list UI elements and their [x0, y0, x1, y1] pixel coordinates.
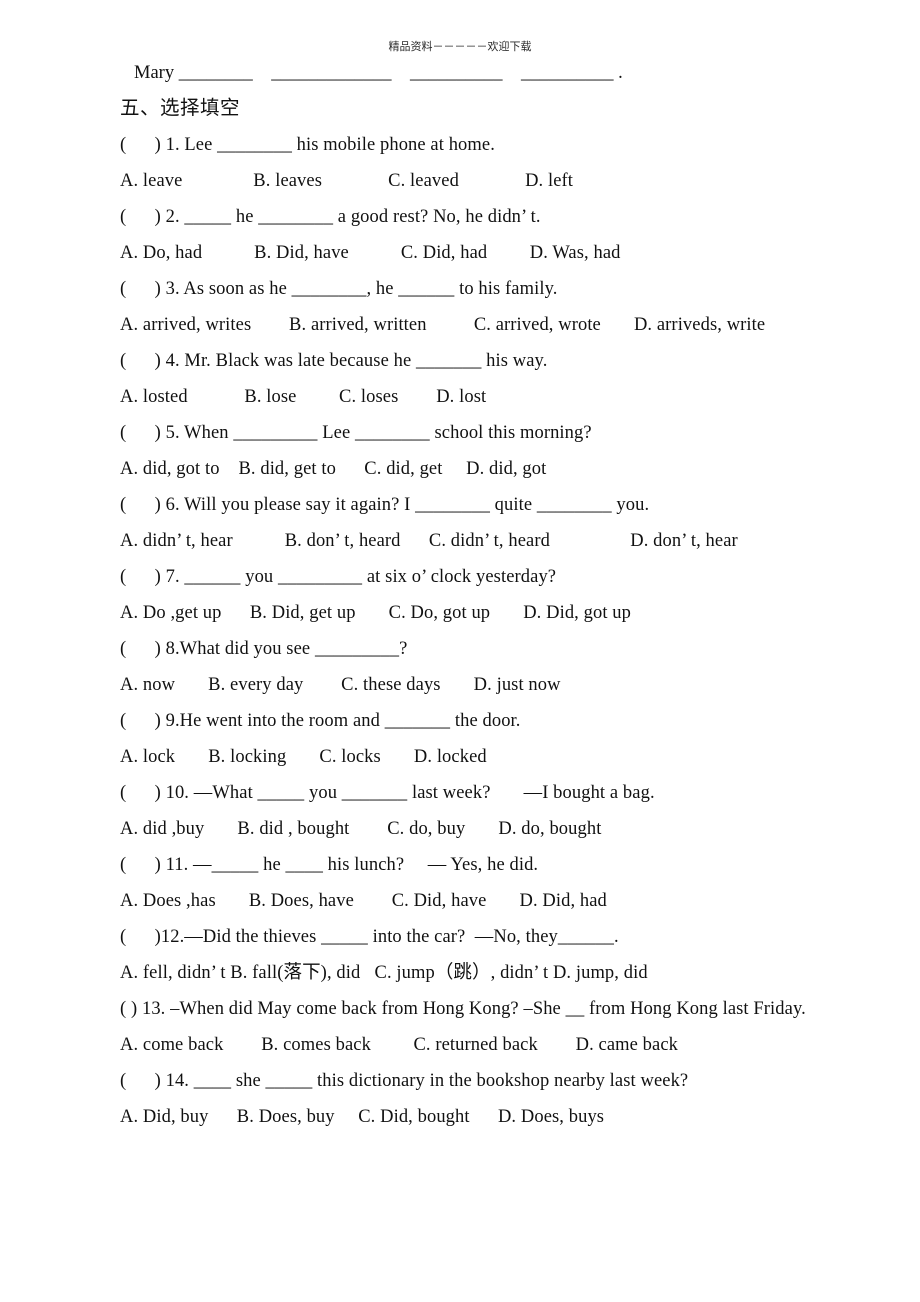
- question-options-4: A. losted B. lose C. loses D. lost: [120, 387, 487, 407]
- question-options-8: A. now B. every day C. these days D. jus…: [120, 675, 561, 695]
- question-stem-11: ( ) 11. —_____ he ____ his lunch? — Yes,…: [120, 855, 539, 875]
- question-stem-5: ( ) 5. When _________ Lee ________ schoo…: [120, 423, 592, 443]
- question-options-7: A. Do ,get up B. Did, get up C. Do, got …: [120, 603, 632, 623]
- question-stem-8: ( ) 8.What did you see _________?: [120, 639, 408, 659]
- worksheet-body: Mary ________ _____________ __________ _…: [120, 55, 900, 1135]
- section-heading: 五、选择填空: [120, 98, 241, 119]
- question-stem-4: ( ) 4. Mr. Black was late because he ___…: [120, 351, 548, 371]
- question-stem-3: ( ) 3. As soon as he ________, he ______…: [120, 279, 558, 299]
- question-stem-10: ( ) 10. —What _____ you _______ last wee…: [120, 783, 655, 803]
- question-options-10: A. did ,buy B. did , bought C. do, buy D…: [120, 819, 602, 839]
- question-options-5: A. did, got to B. did, get to C. did, ge…: [120, 459, 547, 479]
- question-stem-9: ( ) 9.He went into the room and _______ …: [120, 711, 521, 731]
- question-options-2: A. Do, had B. Did, have C. Did, had D. W…: [120, 243, 621, 263]
- question-stem-13: ( ) 13. –When did May come back from Hon…: [120, 999, 806, 1019]
- question-options-9: A. lock B. locking C. locks D. locked: [120, 747, 487, 767]
- question-stem-2: ( ) 2. _____ he ________ a good rest? No…: [120, 207, 541, 227]
- question-stem-6: ( ) 6. Will you please say it again? I _…: [120, 495, 650, 515]
- page-header-watermark: 精品资料－－－－－欢迎下载: [388, 40, 532, 53]
- question-options-3: A. arrived, writes B. arrived, written C…: [120, 315, 766, 335]
- question-options-6: A. didn’ t, hear B. don’ t, heard C. did…: [120, 531, 738, 551]
- worksheet-page: 精品资料－－－－－欢迎下载 Mary ________ ____________…: [0, 0, 920, 1302]
- carryover-fill-in-line: Mary ________ _____________ __________ _…: [134, 63, 623, 83]
- question-options-11: A. Does ,has B. Does, have C. Did, have …: [120, 891, 607, 911]
- question-stem-12: ( )12.—Did the thieves _____ into the ca…: [120, 927, 619, 947]
- question-options-12: A. fell, didn’ t B. fall(落下), did C. jum…: [120, 963, 648, 983]
- question-options-1: A. leave B. leaves C. leaved D. left: [120, 171, 574, 191]
- question-options-13: A. come back B. comes back C. returned b…: [120, 1035, 678, 1055]
- question-stem-7: ( ) 7. ______ you _________ at six o’ cl…: [120, 567, 557, 587]
- question-stem-14: ( ) 14. ____ she _____ this dictionary i…: [120, 1071, 689, 1091]
- question-options-14: A. Did, buy B. Does, buy C. Did, bought …: [120, 1107, 605, 1127]
- question-stem-1: ( ) 1. Lee ________ his mobile phone at …: [120, 135, 495, 155]
